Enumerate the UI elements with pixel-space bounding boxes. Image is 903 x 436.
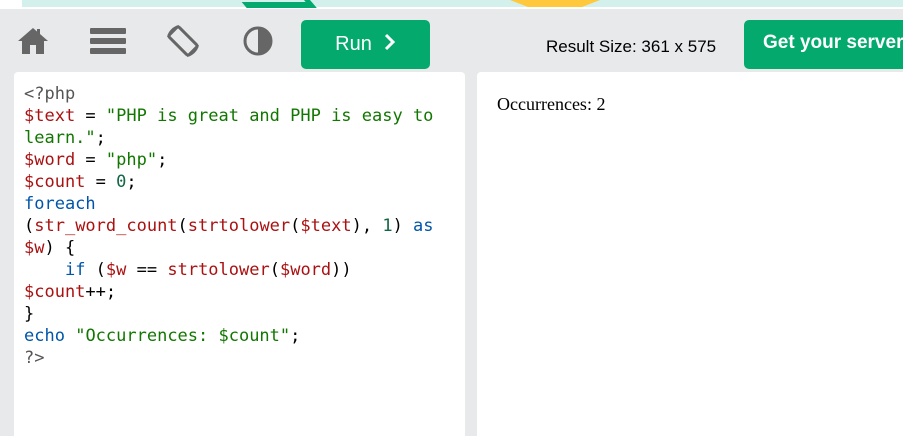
code-token: ; (290, 326, 301, 346)
menu-icon[interactable] (90, 23, 126, 59)
code-token: ) (392, 216, 414, 236)
code-token: learn." (24, 128, 96, 148)
code-token: 0 (116, 172, 127, 192)
code-token: ) { (44, 238, 76, 258)
code-token: foreach (24, 194, 96, 214)
code-token: $word (279, 260, 332, 280)
code-token: )) (331, 260, 352, 280)
code-token: ( (85, 260, 106, 280)
code-token: ( (177, 216, 188, 236)
code-text[interactable]: <?php $text = "PHP is great and PHP is e… (24, 83, 434, 369)
code-token: $count (24, 172, 86, 192)
code-token: ( (24, 216, 35, 236)
code-token: $w (24, 238, 45, 258)
code-token: $word (24, 150, 76, 170)
code-token: "php" (105, 150, 158, 170)
result-output: Occurrences: 2 (497, 94, 606, 114)
code-token: ( (290, 216, 301, 236)
code-token: = (75, 106, 106, 126)
code-token: = (85, 172, 117, 192)
banner-background (22, 0, 903, 7)
contrast-icon[interactable] (240, 23, 276, 59)
code-token: $text (24, 106, 76, 126)
code-token: = (75, 150, 106, 170)
run-button[interactable]: Run (301, 20, 430, 69)
code-token: strtolower (187, 216, 291, 236)
banner-decoration (233, 0, 317, 8)
chevron-right-icon (384, 33, 396, 57)
code-token: ; (157, 150, 168, 170)
code-token: } (24, 304, 35, 324)
top-banner (0, 0, 903, 9)
rotate-icon[interactable] (165, 23, 201, 59)
code-token: ; (95, 128, 106, 148)
code-token: $text (300, 216, 352, 236)
code-token: if (64, 260, 86, 280)
run-button-label: Run (335, 33, 372, 55)
home-icon[interactable] (15, 23, 51, 59)
get-your-server-button[interactable]: Get your server (744, 20, 903, 69)
code-token: strtolower (167, 260, 270, 280)
code-token: "Occurrences: $count" (75, 326, 291, 346)
code-token: ; (126, 172, 137, 192)
code-token: == (126, 260, 168, 280)
result-size-label: Result Size: 361 x 575 (546, 37, 717, 56)
code-token: $count (24, 282, 86, 302)
code-token: "PHP is great and PHP is easy to (105, 106, 434, 126)
code-token: $w (105, 260, 127, 280)
code-token: str_word_count (34, 216, 178, 236)
code-token: echo (24, 326, 65, 346)
code-token: ( (269, 260, 280, 280)
code-token: as (413, 216, 434, 236)
pane-resize-handle[interactable] (465, 72, 477, 436)
code-token: ), (351, 216, 383, 236)
php-close-tag: ?> (24, 348, 45, 368)
toolbar: Run Result Size: 361 x 575 Get your serv… (0, 9, 903, 72)
result-pane: Occurrences: 2 (477, 72, 903, 436)
php-open-tag: <?php (24, 84, 76, 104)
code-token: 1 (382, 216, 393, 236)
code-token: ++; (85, 282, 117, 302)
code-editor[interactable]: <?php $text = "PHP is great and PHP is e… (14, 72, 465, 436)
